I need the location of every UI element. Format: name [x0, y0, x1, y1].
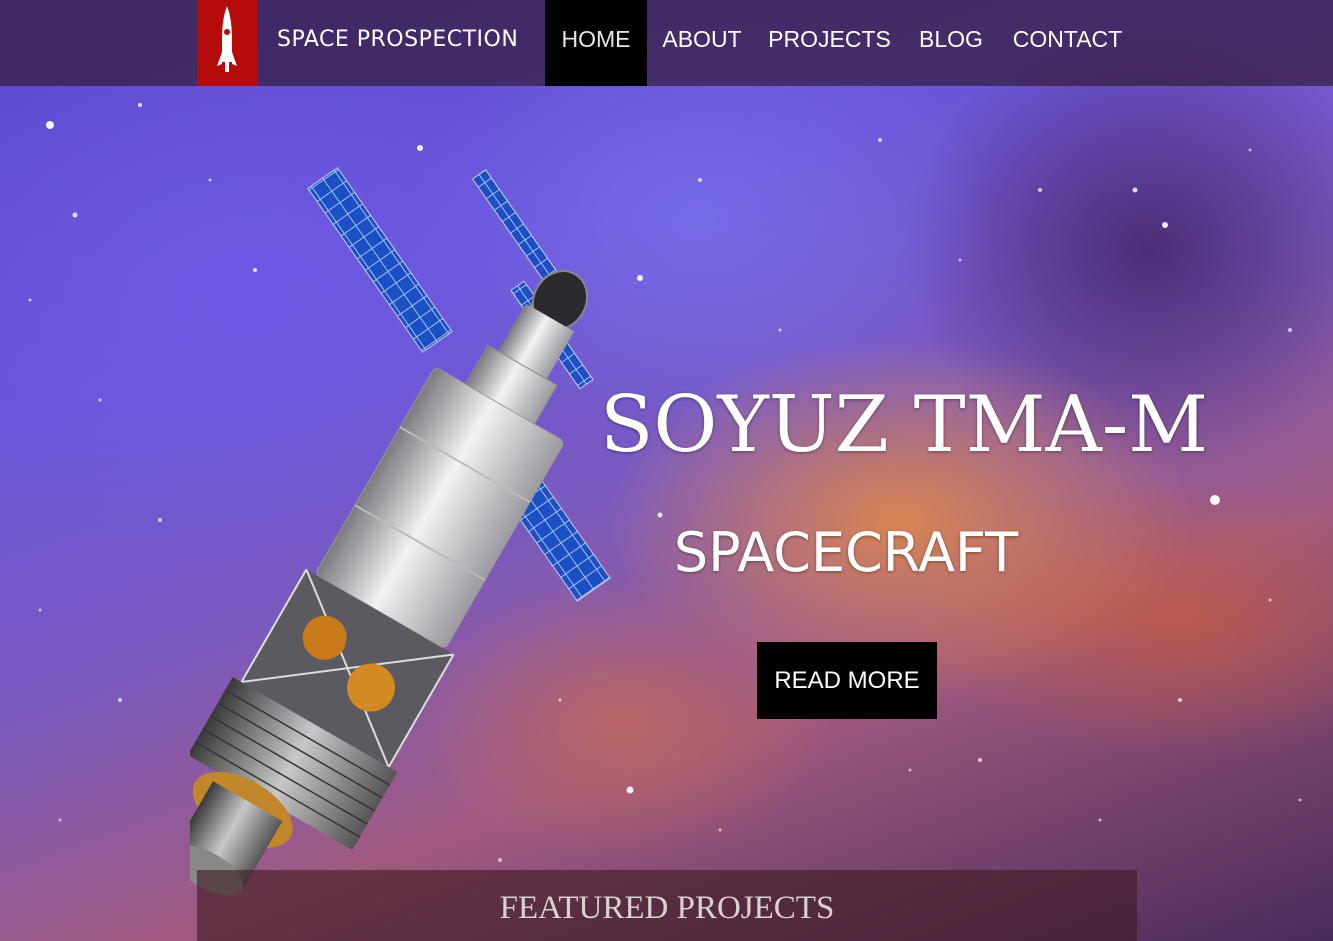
logo[interactable] [197, 0, 258, 86]
read-more-button[interactable]: READ MORE [757, 642, 937, 719]
hero-title: SOYUZ TMA-M [600, 380, 1209, 470]
rocket-icon [217, 6, 237, 72]
nav-contact[interactable]: CONTACT [1000, 0, 1135, 86]
featured-projects-heading: FEATURED PROJECTS [499, 890, 835, 926]
nav-blog[interactable]: BLOG [902, 0, 1000, 86]
featured-projects-section: FEATURED PROJECTS [197, 870, 1137, 941]
hero-subtitle: SPACECRAFT [673, 521, 1019, 584]
spacecraft-illustration [190, 167, 611, 896]
nav-projects[interactable]: PROJECTS [757, 0, 902, 86]
top-navbar: SPACE PROSPECTION HOME ABOUT PROJECTS BL… [0, 0, 1333, 86]
nav-about[interactable]: ABOUT [647, 0, 757, 86]
brand-name[interactable]: SPACE PROSPECTION [277, 27, 518, 52]
nav-home[interactable]: HOME [545, 0, 647, 86]
main-nav: HOME ABOUT PROJECTS BLOG CONTACT [545, 0, 1135, 86]
